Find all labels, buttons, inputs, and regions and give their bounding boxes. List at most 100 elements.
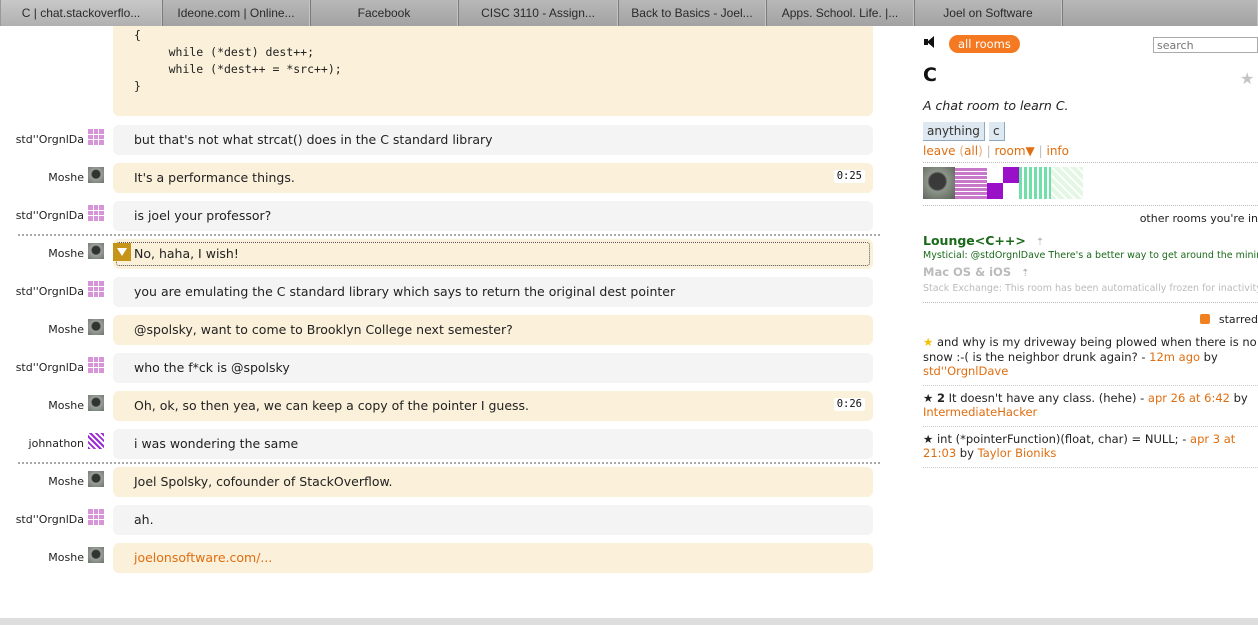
other-room-last-message: Stack Exchange: This room has been autom… bbox=[923, 283, 1258, 294]
message-bubble: who the f*ck is @spolsky bbox=[113, 353, 873, 383]
upload-icon[interactable]: ⇡ bbox=[1036, 237, 1044, 248]
message-text: It's a performance things. bbox=[134, 170, 295, 185]
message-menu-icon[interactable] bbox=[113, 243, 131, 261]
message-username[interactable]: Moshe bbox=[48, 171, 84, 184]
message-username[interactable]: Moshe bbox=[48, 475, 84, 488]
starred-list: ★ and why is my driveway being plowed wh… bbox=[923, 334, 1258, 472]
favorite-star-icon[interactable]: ★ bbox=[1240, 69, 1254, 88]
chat-message: Moshe No, haha, I wish! bbox=[0, 239, 880, 269]
info-link[interactable]: info bbox=[1046, 144, 1069, 158]
message-username[interactable]: std''OrgnlDa bbox=[16, 209, 84, 222]
message-bubble: It's a performance things. 0:25 bbox=[113, 163, 873, 193]
browser-tab-chat[interactable]: C | chat.stackoverflo... bbox=[0, 0, 162, 26]
chat-message: std''OrgnlDa ah. bbox=[0, 505, 880, 535]
tag-anything[interactable]: anything bbox=[923, 122, 985, 141]
message-bubble: joelonsoftware.com/... bbox=[113, 543, 873, 573]
star-icon[interactable]: ★ bbox=[923, 432, 933, 446]
starred-time-link[interactable]: apr 26 at 6:42 bbox=[1148, 391, 1230, 405]
browser-tab-cisc[interactable]: CISC 3110 - Assign... bbox=[458, 0, 618, 26]
starred-item: ★ int (*pointerFunction)(float, char) = … bbox=[923, 431, 1258, 468]
rss-icon[interactable] bbox=[1199, 314, 1210, 324]
message-username[interactable]: std''OrgnlDa bbox=[16, 513, 84, 526]
browser-tab-apps-school-life[interactable]: Apps. School. Life. |... bbox=[766, 0, 914, 26]
time-divider bbox=[18, 462, 880, 464]
other-room-name[interactable]: Mac OS & iOS ⇡ bbox=[923, 265, 1030, 279]
message-username[interactable]: Moshe bbox=[48, 551, 84, 564]
time-divider bbox=[18, 234, 880, 236]
message-bubble: @spolsky, want to come to Brooklyn Colle… bbox=[113, 315, 873, 345]
leave-link[interactable]: leave bbox=[923, 144, 956, 158]
message-username[interactable]: Moshe bbox=[48, 323, 84, 336]
message-bubble: is joel your professor? bbox=[113, 201, 873, 231]
user-avatar-moshe[interactable] bbox=[923, 167, 955, 199]
divider bbox=[923, 302, 1258, 303]
starred-user-link[interactable]: Taylor Bioniks bbox=[978, 446, 1057, 460]
user-avatar-3[interactable] bbox=[987, 167, 1019, 199]
message-text: is joel your professor? bbox=[134, 208, 272, 223]
starred-user-link[interactable]: IntermediateHacker bbox=[923, 405, 1037, 419]
divider bbox=[923, 205, 1258, 206]
starred-text[interactable]: int (*pointerFunction)(float, char) = NU… bbox=[937, 432, 1190, 446]
user-avatar[interactable] bbox=[88, 509, 104, 525]
user-avatar[interactable] bbox=[88, 205, 104, 221]
all-rooms-button[interactable]: all rooms bbox=[949, 35, 1020, 53]
code-message: { while (*dest) dest++; while (*dest++ =… bbox=[113, 26, 873, 116]
message-link[interactable]: joelonsoftware.com/... bbox=[134, 550, 272, 565]
room-menu-link[interactable]: room bbox=[995, 144, 1026, 158]
chat-message: Moshe @spolsky, want to come to Brooklyn … bbox=[0, 315, 880, 345]
message-text: ah. bbox=[134, 512, 154, 527]
starred-time-link[interactable]: 12m ago bbox=[1149, 350, 1200, 364]
message-timestamp: 0:25 bbox=[833, 170, 865, 183]
leave-all-link[interactable]: all bbox=[964, 144, 978, 158]
user-avatar[interactable] bbox=[88, 281, 104, 297]
user-avatar[interactable] bbox=[88, 357, 104, 373]
tag-c[interactable]: c bbox=[988, 122, 1005, 141]
browser-tab-ideone[interactable]: Ideone.com | Online... bbox=[162, 0, 310, 26]
user-avatar[interactable] bbox=[88, 319, 104, 335]
star-icon[interactable]: ★ bbox=[923, 335, 933, 349]
message-username[interactable]: johnathon bbox=[29, 437, 84, 450]
other-room-last-message: Mysticial: @stdOrgnlDave There's a bette… bbox=[923, 250, 1258, 261]
user-avatar[interactable] bbox=[88, 433, 104, 449]
message-text: No, haha, I wish! bbox=[134, 246, 239, 261]
other-room-name[interactable]: Lounge<C++> ⇡ bbox=[923, 233, 1044, 248]
user-avatar[interactable] bbox=[88, 471, 104, 487]
room-description: A chat room to learn C. bbox=[923, 98, 1069, 113]
upload-icon[interactable]: ⇡ bbox=[1021, 268, 1029, 279]
user-avatar-4[interactable] bbox=[1019, 167, 1051, 199]
search-input[interactable] bbox=[1153, 37, 1258, 53]
room-title: C bbox=[923, 64, 937, 86]
message-bubble: but that's not what strcat() does in the… bbox=[113, 125, 873, 155]
message-username[interactable]: Moshe bbox=[48, 399, 84, 412]
message-username[interactable]: std''OrgnlDa bbox=[16, 361, 84, 374]
starred-text[interactable]: It doesn't have any class. (hehe) - bbox=[949, 391, 1148, 405]
message-text: Joel Spolsky, cofounder of StackOverflow… bbox=[134, 474, 393, 489]
message-text: you are emulating the C standard library… bbox=[134, 284, 676, 299]
browser-tab-joel-on-software[interactable]: Joel on Software bbox=[914, 0, 1062, 26]
room-links: leave (all) | room▼ | info bbox=[923, 144, 1069, 158]
browser-tab-back-to-basics[interactable]: Back to Basics - Joel... bbox=[618, 0, 766, 26]
star-icon[interactable]: ★ bbox=[923, 391, 933, 405]
divider bbox=[923, 162, 1258, 163]
user-avatar[interactable] bbox=[88, 395, 104, 411]
user-avatar-5[interactable] bbox=[1051, 167, 1083, 199]
user-avatar[interactable] bbox=[88, 129, 104, 145]
message-username[interactable]: std''OrgnlDa bbox=[16, 285, 84, 298]
message-text: i was wondering the same bbox=[134, 436, 299, 451]
message-bubble: i was wondering the same bbox=[113, 429, 873, 459]
message-text: who the f*ck is @spolsky bbox=[134, 360, 290, 375]
message-bubble: Joel Spolsky, cofounder of StackOverflow… bbox=[113, 467, 873, 497]
browser-tab-facebook[interactable]: Facebook bbox=[310, 0, 458, 26]
starred-user-link[interactable]: std''OrgnlDave bbox=[923, 364, 1008, 378]
message-bubble: ah. bbox=[113, 505, 873, 535]
browser-tab-bar: C | chat.stackoverflo... Ideone.com | On… bbox=[0, 0, 1258, 26]
chat-message: Moshe Oh, ok, so then yea, we can keep a … bbox=[0, 391, 880, 421]
user-avatar[interactable] bbox=[88, 243, 104, 259]
user-avatar[interactable] bbox=[88, 547, 104, 563]
message-username[interactable]: Moshe bbox=[48, 247, 84, 260]
message-username[interactable]: std''OrgnlDa bbox=[16, 133, 84, 146]
user-avatar-orgnl[interactable] bbox=[955, 167, 987, 199]
other-rooms-heading: other rooms you're in bbox=[1139, 212, 1258, 225]
sound-icon[interactable] bbox=[924, 36, 938, 48]
user-avatar[interactable] bbox=[88, 167, 104, 183]
